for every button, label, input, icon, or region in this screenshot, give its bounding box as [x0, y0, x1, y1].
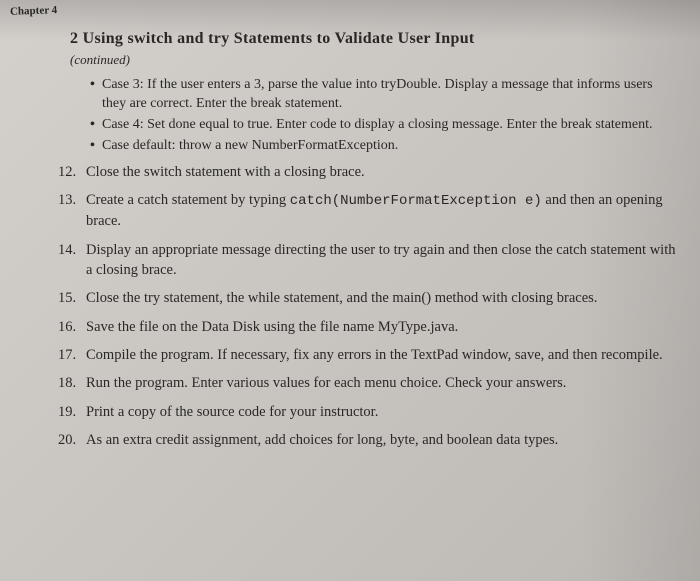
item-number: 12.: [58, 162, 82, 182]
item-text: Close the switch statement with a closin…: [86, 162, 680, 182]
bullet-case-default: Case default: throw a new NumberFormatEx…: [90, 137, 680, 156]
item-text: As an extra credit assignment, add choic…: [86, 430, 680, 450]
item-number: 19.: [58, 402, 82, 422]
step-16: 16. Save the file on the Data Disk using…: [58, 317, 680, 337]
step-15: 15. Close the try statement, the while s…: [58, 288, 680, 308]
item-number: 15.: [58, 288, 82, 308]
numbered-list: 12. Close the switch statement with a cl…: [58, 162, 680, 451]
step-17: 17. Compile the program. If necessary, f…: [58, 345, 680, 365]
bullet-case-3: Case 3: If the user enters a 3, parse th…: [90, 76, 680, 114]
item-text: Save the file on the Data Disk using the…: [86, 317, 680, 337]
chapter-header: Chapter 4: [10, 4, 58, 18]
continued-label: (continued): [70, 52, 680, 68]
text-before: Create a catch statement by typing: [86, 192, 290, 208]
item-number: 16.: [58, 317, 82, 337]
bullet-list: Case 3: If the user enters a 3, parse th…: [90, 76, 680, 156]
step-14: 14. Display an appropriate message direc…: [58, 240, 680, 281]
item-number: 13.: [58, 190, 82, 210]
bullet-case-4: Case 4: Set done equal to true. Enter co…: [90, 116, 680, 135]
step-13: 13. Create a catch statement by typing c…: [58, 190, 680, 232]
step-20: 20. As an extra credit assignment, add c…: [58, 430, 680, 450]
item-number: 20.: [58, 430, 82, 450]
step-12: 12. Close the switch statement with a cl…: [58, 162, 680, 182]
section-title: 2 Using switch and try Statements to Val…: [70, 30, 680, 48]
item-text: Run the program. Enter various values fo…: [86, 373, 680, 393]
item-number: 18.: [58, 373, 82, 393]
code-snippet: catch(NumberFormatException e): [290, 193, 542, 209]
item-number: 14.: [58, 240, 82, 260]
step-19: 19. Print a copy of the source code for …: [58, 402, 680, 422]
step-18: 18. Run the program. Enter various value…: [58, 373, 680, 393]
item-text: Compile the program. If necessary, fix a…: [86, 345, 680, 365]
item-text: Create a catch statement by typing catch…: [86, 190, 680, 232]
item-text: Print a copy of the source code for your…: [86, 402, 680, 422]
item-text: Display an appropriate message directing…: [86, 240, 680, 281]
item-text: Close the try statement, the while state…: [86, 288, 680, 308]
item-number: 17.: [58, 345, 82, 365]
